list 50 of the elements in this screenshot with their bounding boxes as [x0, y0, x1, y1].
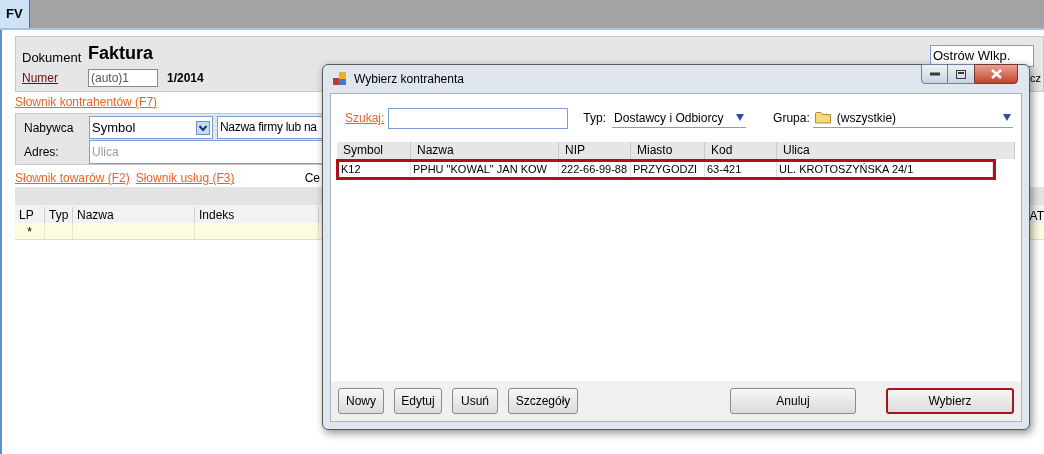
table-cell: PPHU "KOWAL" JAN KOW [411, 162, 559, 177]
close-icon [990, 69, 1002, 79]
dialog-title: Wybierz kontrahenta [354, 71, 464, 88]
cut-label: Ce [304, 170, 320, 187]
maximize-button[interactable] [948, 64, 974, 84]
document-label: Dokument [22, 48, 82, 67]
column-header: Kod [705, 142, 777, 159]
document-tab[interactable]: FV [0, 0, 30, 28]
document-number: 1/2014 [167, 70, 204, 87]
close-button[interactable] [974, 64, 1018, 84]
column-header: AT [1029, 208, 1044, 225]
group-dropdown[interactable]: (wszystkie) [812, 108, 1013, 128]
table-cell: K12 [339, 162, 411, 177]
cut-label: cz [1030, 71, 1041, 86]
column-header: NIP [559, 142, 631, 159]
contractor-row[interactable]: K12 PPHU "KOWAL" JAN KOW 222-66-99-88 PRZYGODZI 63-421 UL. KROTOSZYŃSKA 24/1 [336, 159, 996, 180]
dialog-button[interactable]: Usuń [452, 388, 498, 414]
column-header: Miasto [631, 142, 705, 159]
type-label: Typ: [583, 110, 607, 127]
dialog-button[interactable]: Edytuj [394, 388, 442, 414]
dialog-button[interactable]: Anuluj [730, 388, 856, 414]
column-header: Symbol [337, 142, 411, 159]
minimize-icon [929, 72, 940, 76]
number-link[interactable]: Numer [22, 69, 79, 87]
symbol-select[interactable]: Symbol [89, 116, 213, 139]
dialog-button[interactable]: Nowy [338, 388, 384, 414]
document-type: Faktura [88, 42, 154, 65]
table-cell: UL. KROTOSZYŃSKA 24/1 [777, 162, 993, 177]
city-field[interactable]: Ostrów Wlkp. [930, 45, 1034, 67]
dialog-button[interactable]: Szczegóły [508, 388, 578, 414]
company-name-field[interactable]: Nazwa firmy lub na [217, 116, 322, 139]
column-header: Ulica [777, 142, 1015, 159]
minimize-button[interactable] [921, 64, 948, 84]
table-cell: 222-66-99-88 [559, 162, 631, 177]
dialog-button[interactable]: Wybierz [886, 388, 1014, 414]
street-field[interactable]: Ulica [89, 140, 322, 164]
number-field[interactable]: (auto)1 [88, 69, 158, 87]
type-dropdown[interactable]: Dostawcy i Odbiorcy [612, 108, 747, 128]
app-window-icon [332, 71, 348, 87]
column-header: Nazwa [411, 142, 559, 159]
buyer-label: Nabywca [24, 119, 75, 137]
table-cell: PRZYGODZI [631, 162, 705, 177]
address-label: Adres: [24, 144, 60, 161]
search-field[interactable] [388, 107, 569, 129]
group-label: Grupa: [773, 110, 810, 127]
table-cell: 63-421 [705, 162, 777, 177]
folder-icon [814, 111, 831, 124]
maximize-icon [956, 69, 966, 79]
dropdown-arrow-icon [736, 114, 745, 121]
dropdown-arrow-icon [1002, 114, 1011, 121]
